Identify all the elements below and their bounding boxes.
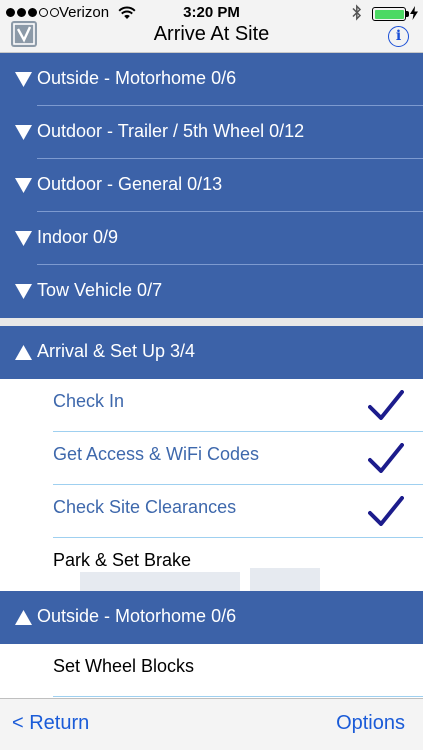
collapsed-triangle-icon xyxy=(15,72,32,87)
collapsed-triangle-icon xyxy=(15,284,32,299)
checklist: Outside - Motorhome 0/6 Outdoor - Traile… xyxy=(0,53,423,698)
arrival-items: Check In Get Access & WiFi Codes Check S… xyxy=(0,379,423,591)
checkmark-icon[interactable] xyxy=(368,390,404,420)
section-header-outdoor-trailer[interactable]: Outdoor - Trailer / 5th Wheel 0/12 xyxy=(0,106,423,159)
battery-tip xyxy=(406,11,409,17)
collapsed-triangle-icon xyxy=(15,178,32,193)
arrival-section: Arrival & Set Up 3/4 xyxy=(0,326,423,379)
section-label: Arrival & Set Up 3/4 xyxy=(37,341,196,361)
section-label: Outside - Motorhome 0/6 xyxy=(37,68,237,88)
section-label: Outdoor - Trailer / 5th Wheel 0/12 xyxy=(37,121,305,141)
checklist-item-park-set-brake[interactable]: Park & Set Brake xyxy=(0,538,423,591)
checklist-item-access-wifi-codes[interactable]: Get Access & WiFi Codes xyxy=(0,432,423,485)
options-button[interactable]: Options xyxy=(336,712,405,735)
checkmark-icon[interactable] xyxy=(368,496,404,526)
section-header-arrival-setup[interactable]: Arrival & Set Up 3/4 xyxy=(0,326,423,379)
item-label: Set Wheel Blocks xyxy=(53,656,195,676)
section-header-outdoor-general[interactable]: Outdoor - General 0/13 xyxy=(0,159,423,212)
section-header-tow-vehicle[interactable]: Tow Vehicle 0/7 xyxy=(0,265,423,318)
expanded-triangle-icon xyxy=(15,345,32,360)
collapsed-sections-group: Outside - Motorhome 0/6 Outdoor - Traile… xyxy=(0,53,423,318)
bluetooth-icon xyxy=(352,4,362,21)
item-label: Get Access & WiFi Codes xyxy=(53,444,260,464)
top-bar: Verizon 3:20 PM Arrive At Site i xyxy=(0,0,423,53)
bottom-toolbar: < Return Options xyxy=(0,698,423,750)
item-label: Park & Set Brake xyxy=(53,550,192,570)
checklist-item-site-clearances[interactable]: Check Site Clearances xyxy=(0,485,423,538)
checkmark-icon[interactable] xyxy=(368,443,404,473)
section-gap xyxy=(0,318,423,326)
collapsed-triangle-icon xyxy=(15,125,32,140)
outside-motorhome-section: Outside - Motorhome 0/6 xyxy=(0,591,423,644)
section-header-outside-motorhome[interactable]: Outside - Motorhome 0/6 xyxy=(0,53,423,106)
checklist-item-check-in[interactable]: Check In xyxy=(0,379,423,432)
section-label: Outside - Motorhome 0/6 xyxy=(37,606,237,626)
item-label: Check In xyxy=(53,391,125,411)
row-divider xyxy=(53,696,423,697)
section-label: Tow Vehicle 0/7 xyxy=(37,280,163,300)
charging-bolt-icon xyxy=(410,6,418,20)
checklist-item-set-wheel-blocks[interactable]: Set Wheel Blocks xyxy=(0,644,423,697)
return-button[interactable]: < Return xyxy=(12,712,89,735)
info-button[interactable]: i xyxy=(388,26,409,47)
collapsed-triangle-icon xyxy=(15,231,32,246)
battery-icon xyxy=(372,7,406,21)
section-header-outside-motorhome-expanded[interactable]: Outside - Motorhome 0/6 xyxy=(0,591,423,644)
item-label: Check Site Clearances xyxy=(53,497,237,517)
section-label: Indoor 0/9 xyxy=(37,227,119,247)
section-header-indoor[interactable]: Indoor 0/9 xyxy=(0,212,423,265)
expanded-triangle-icon xyxy=(15,610,32,625)
section-label: Outdoor - General 0/13 xyxy=(37,174,223,194)
page-title: Arrive At Site xyxy=(153,23,270,45)
battery-level-fill xyxy=(374,9,404,19)
